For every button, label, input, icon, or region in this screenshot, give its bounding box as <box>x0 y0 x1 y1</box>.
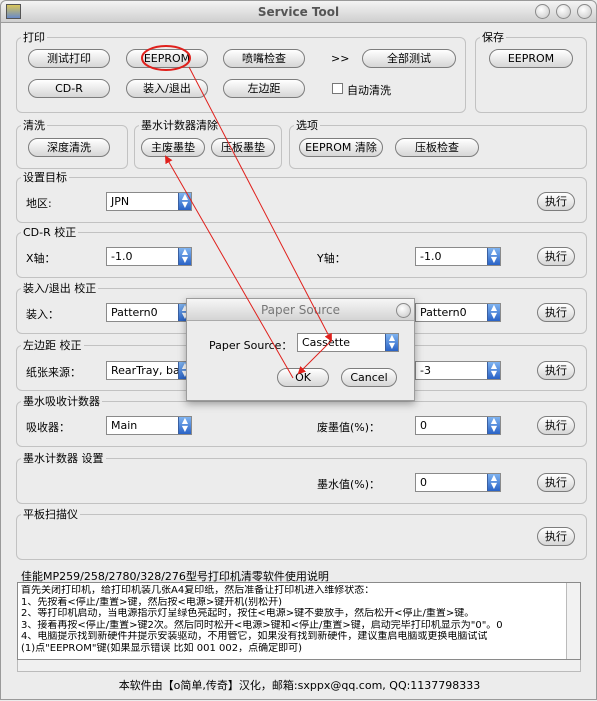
absorber-select[interactable]: Main ▲ ▼ <box>106 416 192 435</box>
left-margin-select[interactable]: -3 ▲ ▼ <box>415 361 501 380</box>
instructions-textarea[interactable]: 首先关闭打印机，给打印机装几张A4复印纸，然后准备让打印机进入维修状态： 1、先… <box>17 582 581 660</box>
deep-clean-button[interactable]: 深度清洗 <box>28 138 110 157</box>
minimize-button[interactable] <box>535 4 550 19</box>
x-axis-label: X轴： <box>26 252 56 265</box>
load-eject-label: 装入/退出 校正 <box>21 280 99 296</box>
zoom-button[interactable] <box>556 4 571 19</box>
test-print-button[interactable]: 测试打印 <box>28 49 110 68</box>
dialog-title: Paper Source <box>187 299 414 321</box>
cdr-run-button[interactable]: 执行 <box>537 247 575 266</box>
instruction-line: 2、等打印机启动，当电源指示灯呈绿色亮起时，按住<电源>键不要放手，然后松开<停… <box>21 608 475 619</box>
paper-source-select[interactable]: RearTray, back ▲ ▼ <box>106 361 192 380</box>
combo-arrow-icon: ▲ ▼ <box>487 248 500 265</box>
ink-counter-clear-label: 墨水计数器清除 <box>139 117 220 133</box>
vertical-scrollbar[interactable] <box>566 583 580 659</box>
options-group-label: 选项 <box>294 117 320 133</box>
paper-source-dialog: Paper Source Paper Source： Cassette ▲ ▼ OK… <box>186 298 415 401</box>
dialog-paper-source-value: Cassette <box>302 336 351 349</box>
left-margin-button[interactable]: 左边距 <box>223 79 305 98</box>
combo-arrow-icon: ▲ ▼ <box>385 334 398 351</box>
waste-ink-label: 废墨值(%)： <box>317 421 381 434</box>
flatbed-run-button[interactable]: 执行 <box>537 527 575 546</box>
waste-ink-select[interactable]: 0 ▲ ▼ <box>415 416 501 435</box>
clean-group-label: 清洗 <box>21 117 47 133</box>
y-axis-select[interactable]: -1.0 ▲ ▼ <box>415 247 501 266</box>
title-bar[interactable]: Service Tool <box>1 1 596 23</box>
dialog-field-label: Paper Source： <box>209 339 293 352</box>
combo-arrow-icon: ▲ ▼ <box>487 304 500 321</box>
combo-arrow-icon: ▲ ▼ <box>487 474 500 491</box>
dialog-ok-button[interactable]: OK <box>277 368 329 387</box>
load-eject-button[interactable]: 装入/退出 <box>126 79 208 98</box>
ink-value-label: 墨水值(%)： <box>317 478 381 491</box>
eeprom-clear-button[interactable]: EEPROM 清除 <box>299 138 383 157</box>
eject-select[interactable]: Pattern0 ▲ ▼ <box>415 303 501 322</box>
print-group-label: 打印 <box>21 29 47 45</box>
footer-credit: 本软件由【o简单,传奇】汉化，邮箱:sxppx@qq.com, QQ:11377… <box>118 679 481 692</box>
region-value: JPN <box>111 195 130 208</box>
absorber-label: 吸收器： <box>26 421 70 434</box>
instruction-line: 3、接着再按<停止/重置>键2次。然后同时松开<电源>键和<停止/重置>键，启动… <box>21 619 503 631</box>
auto-clean-checkbox[interactable] <box>332 83 343 94</box>
load-select[interactable]: Pattern0 ▲ ▼ <box>106 303 192 322</box>
destination-run-button[interactable]: 执行 <box>537 192 575 211</box>
arrow-label: >> <box>331 52 350 65</box>
ink-absorber-label: 墨水吸收计数器 <box>21 393 102 409</box>
window-title: Service Tool <box>257 5 340 19</box>
ink-counter-set-run-button[interactable]: 执行 <box>537 473 575 492</box>
load-eject-run-button[interactable]: 执行 <box>537 303 575 322</box>
ink-value-value: 0 <box>420 476 427 489</box>
ink-absorber-run-button[interactable]: 执行 <box>537 416 575 435</box>
instruction-line: 4、电脑提示找到新硬件并提示安装驱动，不用管它，如果没有找到新硬件，建议重启电脑… <box>21 631 488 642</box>
cdr-group <box>16 232 587 278</box>
platen-pad-button[interactable]: 压板墨垫 <box>211 138 275 157</box>
ink-value-select[interactable]: 0 ▲ ▼ <box>415 473 501 492</box>
combo-arrow-icon: ▲ ▼ <box>178 248 191 265</box>
nozzle-check-button[interactable]: 喷嘴检查 <box>223 49 305 68</box>
y-axis-label: Y轴： <box>317 252 346 265</box>
left-margin-value: -3 <box>420 364 431 377</box>
x-axis-select[interactable]: -1.0 ▲ ▼ <box>106 247 192 266</box>
platen-check-button[interactable]: 压板检查 <box>395 138 479 157</box>
combo-arrow-icon: ▲ ▼ <box>178 193 191 210</box>
save-group-label: 保存 <box>480 29 506 45</box>
eject-value: Pattern0 <box>420 306 467 319</box>
cdr-print-button[interactable]: CD-R <box>28 79 110 98</box>
combo-arrow-icon: ▲ ▼ <box>178 417 191 434</box>
destination-group <box>16 177 587 223</box>
left-margin-label: 左边距 校正 <box>21 337 84 353</box>
x-axis-value: -1.0 <box>111 250 133 263</box>
eeprom-save-button[interactable]: EEPROM <box>489 49 573 68</box>
combo-arrow-icon: ▲ ▼ <box>487 362 500 379</box>
flatbed-group <box>16 514 587 560</box>
y-axis-value: -1.0 <box>420 250 442 263</box>
region-select[interactable]: JPN ▲ ▼ <box>106 192 192 211</box>
destination-label: 设置目标 <box>21 169 69 185</box>
load-label: 装入： <box>26 308 59 321</box>
horizontal-scrollbar[interactable] <box>17 660 581 672</box>
dialog-close-button[interactable] <box>396 303 411 318</box>
ink-counter-set-label: 墨水计数器 设置 <box>21 450 106 466</box>
main-waste-pad-button[interactable]: 主废墨垫 <box>141 138 205 157</box>
auto-clean-label: 自动清洗 <box>347 84 391 97</box>
instruction-line: 首先关闭打印机，给打印机装几张A4复印纸，然后准备让打印机进入维修状态： <box>21 585 375 596</box>
cdr-label: CD-R 校正 <box>21 224 79 240</box>
all-test-button[interactable]: 全部测试 <box>362 49 456 68</box>
instruction-line: (1)点"EEPROM"键(如果显示错误 比如 001 002，点确定即可) <box>21 642 302 654</box>
dialog-paper-source-select[interactable]: Cassette ▲ ▼ <box>297 333 399 352</box>
waste-ink-value: 0 <box>420 419 427 432</box>
dialog-cancel-button[interactable]: Cancel <box>341 368 397 387</box>
flatbed-label: 平板扫描仪 <box>21 506 80 522</box>
region-label: 地区: <box>26 197 52 210</box>
absorber-value: Main <box>111 419 138 432</box>
load-value: Pattern0 <box>111 306 158 319</box>
service-tool-window: Service Tool 打印 测试打印 EEPROM 喷嘴检查 >> 全部测试… <box>0 0 597 700</box>
instruction-line: 1、先按着<停止/重置>键，然后按<电源>键开机(别松开) <box>21 596 283 608</box>
left-margin-run-button[interactable]: 执行 <box>537 361 575 380</box>
combo-arrow-icon: ▲ ▼ <box>487 417 500 434</box>
eeprom-print-button[interactable]: EEPROM <box>126 49 208 68</box>
close-button[interactable] <box>577 4 592 19</box>
paper-source-label: 纸张来源： <box>26 366 81 379</box>
